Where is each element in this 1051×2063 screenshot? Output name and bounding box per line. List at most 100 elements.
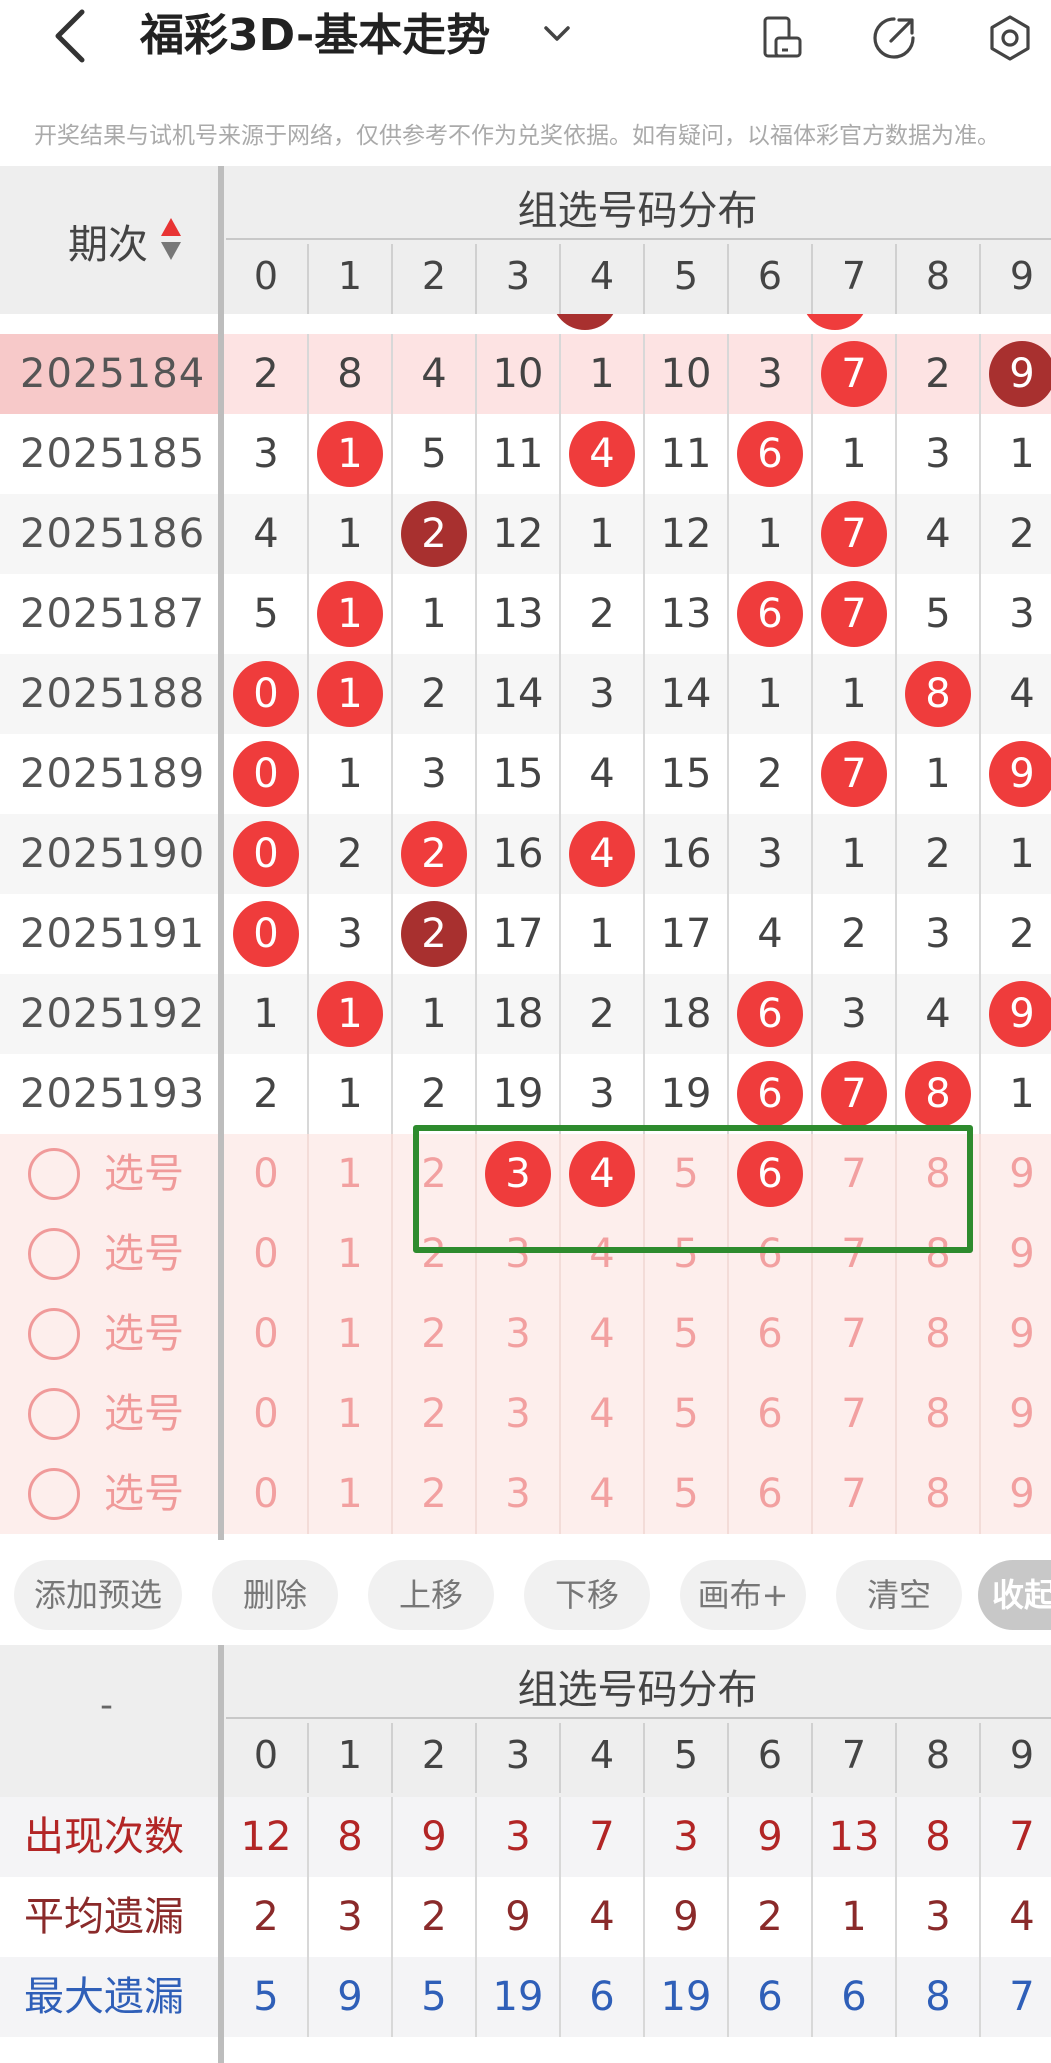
- row-period: 2025184: [20, 351, 206, 397]
- select-number-cell[interactable]: 1: [308, 1374, 392, 1454]
- table-row[interactable]: 2025185 3 1 5 11 4 11 6 1 3 1: [0, 414, 1051, 494]
- select-number-cell[interactable]: 2: [392, 1294, 476, 1374]
- action-button-0[interactable]: 添加预选: [14, 1560, 182, 1630]
- orientation-button[interactable]: [752, 8, 812, 68]
- select-row-radio[interactable]: [28, 1148, 80, 1200]
- header-col-separator: [643, 244, 645, 314]
- select-row-radio[interactable]: [28, 1468, 80, 1520]
- select-number-cell[interactable]: 7: [812, 1294, 896, 1374]
- number-ball: 7: [821, 341, 887, 407]
- miss-count-cell: 1: [841, 671, 867, 717]
- select-number-cell[interactable]: 0: [224, 1134, 308, 1214]
- action-button-1[interactable]: 删除: [212, 1560, 338, 1630]
- select-number-cell[interactable]: 9: [980, 1214, 1051, 1294]
- table-row[interactable]: 2025187 5 1 1 13 2 13 6 7 5 3: [0, 574, 1051, 654]
- select-row-radio[interactable]: [28, 1388, 80, 1440]
- period-header[interactable]: 期次: [0, 166, 218, 314]
- table-row[interactable]: 2025188 0 1 2 14 3 14 1 1 8 4: [0, 654, 1051, 734]
- miss-count-cell: 2: [253, 1071, 279, 1117]
- header-col-separator: [559, 1723, 561, 1793]
- select-row-label: 选号: [104, 1231, 184, 1277]
- stats-row: 最大遗漏 5 9 5 19 6 19 6 6 8 7: [0, 1957, 1051, 2037]
- select-number-cell[interactable]: 9: [980, 1134, 1051, 1214]
- action-button-6[interactable]: 收起: [978, 1560, 1051, 1630]
- table-col-head-1: 1: [337, 254, 363, 298]
- miss-count-cell: 10: [660, 351, 712, 397]
- select-number-cell[interactable]: 5: [644, 1454, 728, 1534]
- action-button-4[interactable]: 画布+: [680, 1560, 806, 1630]
- select-number-cell[interactable]: 1: [308, 1454, 392, 1534]
- miss-count-cell: 11: [492, 431, 544, 477]
- table-row[interactable]: 2025191 0 3 2 17 1 17 4 2 3 2: [0, 894, 1051, 974]
- table-row[interactable]: 2025186 4 1 2 12 1 12 1 7 4 2: [0, 494, 1051, 574]
- table-row[interactable]: 2025189 0 1 3 15 4 15 2 7 1 9: [0, 734, 1051, 814]
- stats-col-head-0: 0: [253, 1733, 279, 1777]
- select-number-cell[interactable]: 6: [728, 1454, 812, 1534]
- select-row-radio[interactable]: [28, 1308, 80, 1360]
- select-number-cell[interactable]: 3: [476, 1374, 560, 1454]
- select-number-cell[interactable]: 3: [476, 1454, 560, 1534]
- settings-button[interactable]: [980, 8, 1040, 68]
- miss-count-cell: 11: [660, 431, 712, 477]
- select-number-cell[interactable]: 4: [560, 1374, 644, 1454]
- stats-value-cell: 7: [1009, 1974, 1035, 2020]
- select-number-cell[interactable]: 5: [644, 1294, 728, 1374]
- stats-header-divider: [226, 1717, 1051, 1719]
- select-number-cell[interactable]: 0: [224, 1374, 308, 1454]
- miss-count-cell: 2: [253, 351, 279, 397]
- number-ball: 4: [569, 421, 635, 487]
- header-col-separator: [727, 244, 729, 314]
- header-col-separator: [391, 244, 393, 314]
- select-number-cell[interactable]: 8: [896, 1454, 980, 1534]
- select-number-cell[interactable]: 4: [560, 1454, 644, 1534]
- select-number-cell[interactable]: 7: [812, 1374, 896, 1454]
- select-number-cell[interactable]: 8: [896, 1374, 980, 1454]
- table-row[interactable]: 2025184 2 8 4 10 1 10 3 7 2 9: [0, 334, 1051, 414]
- stats-left-header-label: -: [100, 1685, 113, 1726]
- select-number-cell[interactable]: 4: [560, 1294, 644, 1374]
- select-number-cell[interactable]: 0: [224, 1454, 308, 1534]
- miss-count-cell: 1: [589, 511, 615, 557]
- select-number-cell[interactable]: 1: [308, 1134, 392, 1214]
- title-dropdown-button[interactable]: [535, 12, 579, 56]
- select-number-cell[interactable]: 5: [644, 1374, 728, 1454]
- row-period: 2025192: [20, 991, 206, 1037]
- select-number-cell[interactable]: 9: [980, 1294, 1051, 1374]
- select-number-cell[interactable]: 8: [896, 1294, 980, 1374]
- select-number-cell[interactable]: 3: [476, 1294, 560, 1374]
- select-number-cell[interactable]: 9: [980, 1454, 1051, 1534]
- table-row[interactable]: 2025193 2 1 2 19 3 19 6 7 8 1: [0, 1054, 1051, 1134]
- select-number-cell[interactable]: 0: [224, 1214, 308, 1294]
- number-ball: 6: [737, 1061, 803, 1127]
- miss-count-cell: 19: [660, 1071, 712, 1117]
- action-button-2[interactable]: 上移: [368, 1560, 494, 1630]
- select-number-cell[interactable]: 7: [812, 1454, 896, 1534]
- share-button[interactable]: [864, 8, 924, 68]
- select-number-cell[interactable]: 2: [392, 1454, 476, 1534]
- stats-row: 平均遗漏 2 3 2 9 4 9 2 1 3 4: [0, 1877, 1051, 1957]
- select-number-cell[interactable]: 2: [392, 1374, 476, 1454]
- header-col-separator: [307, 244, 309, 314]
- action-button-5[interactable]: 清空: [836, 1560, 962, 1630]
- select-number-cell[interactable]: 6: [728, 1294, 812, 1374]
- cell-separator: [391, 494, 393, 574]
- stats-value-cell: 9: [337, 1974, 363, 2020]
- select-number-cell[interactable]: 9: [980, 1374, 1051, 1454]
- back-button[interactable]: [40, 0, 100, 72]
- miss-count-cell: 2: [421, 1071, 447, 1117]
- stats-col-head-9: 9: [1009, 1733, 1035, 1777]
- trend-grid: 期次 组选号码分布 0123456789 2025184 2 8 4 10 1 10 3 7 2 9…: [0, 166, 1051, 1540]
- select-row-radio[interactable]: [28, 1228, 80, 1280]
- miss-count-cell: 1: [337, 511, 363, 557]
- table-col-head-8: 8: [925, 254, 951, 298]
- page-title[interactable]: 福彩3D-基本走势: [140, 8, 490, 64]
- table-row[interactable]: 2025192 1 1 1 18 2 18 6 3 4 9: [0, 974, 1051, 1054]
- select-number-cell[interactable]: 1: [308, 1214, 392, 1294]
- select-number-cell[interactable]: 6: [728, 1374, 812, 1454]
- miss-count-cell: 1: [757, 671, 783, 717]
- cell-separator: [811, 1054, 813, 1134]
- action-button-3[interactable]: 下移: [524, 1560, 650, 1630]
- select-number-cell[interactable]: 1: [308, 1294, 392, 1374]
- select-number-cell[interactable]: 0: [224, 1294, 308, 1374]
- table-row[interactable]: 2025190 0 2 2 16 4 16 3 1 2 1: [0, 814, 1051, 894]
